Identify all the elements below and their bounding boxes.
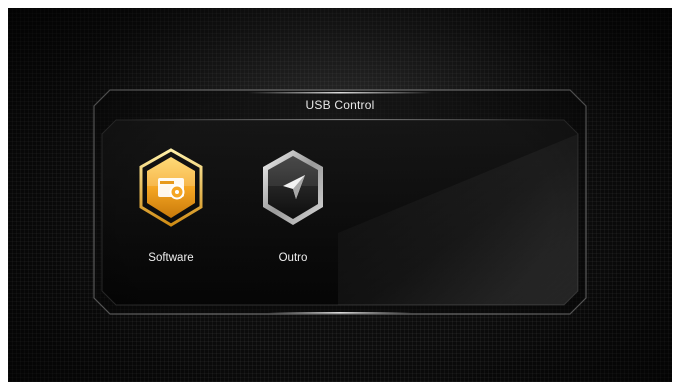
arrow-pointer-icon — [259, 148, 327, 228]
menu-item-outro-label: Outro — [278, 252, 308, 264]
tv-screen: USB Control Software Outro — [8, 8, 672, 382]
panel-title: USB Control — [305, 98, 375, 112]
usb-control-panel-frame — [93, 89, 587, 315]
menu-item-software-label: Software — [148, 252, 194, 264]
software-disk-icon — [137, 148, 205, 228]
